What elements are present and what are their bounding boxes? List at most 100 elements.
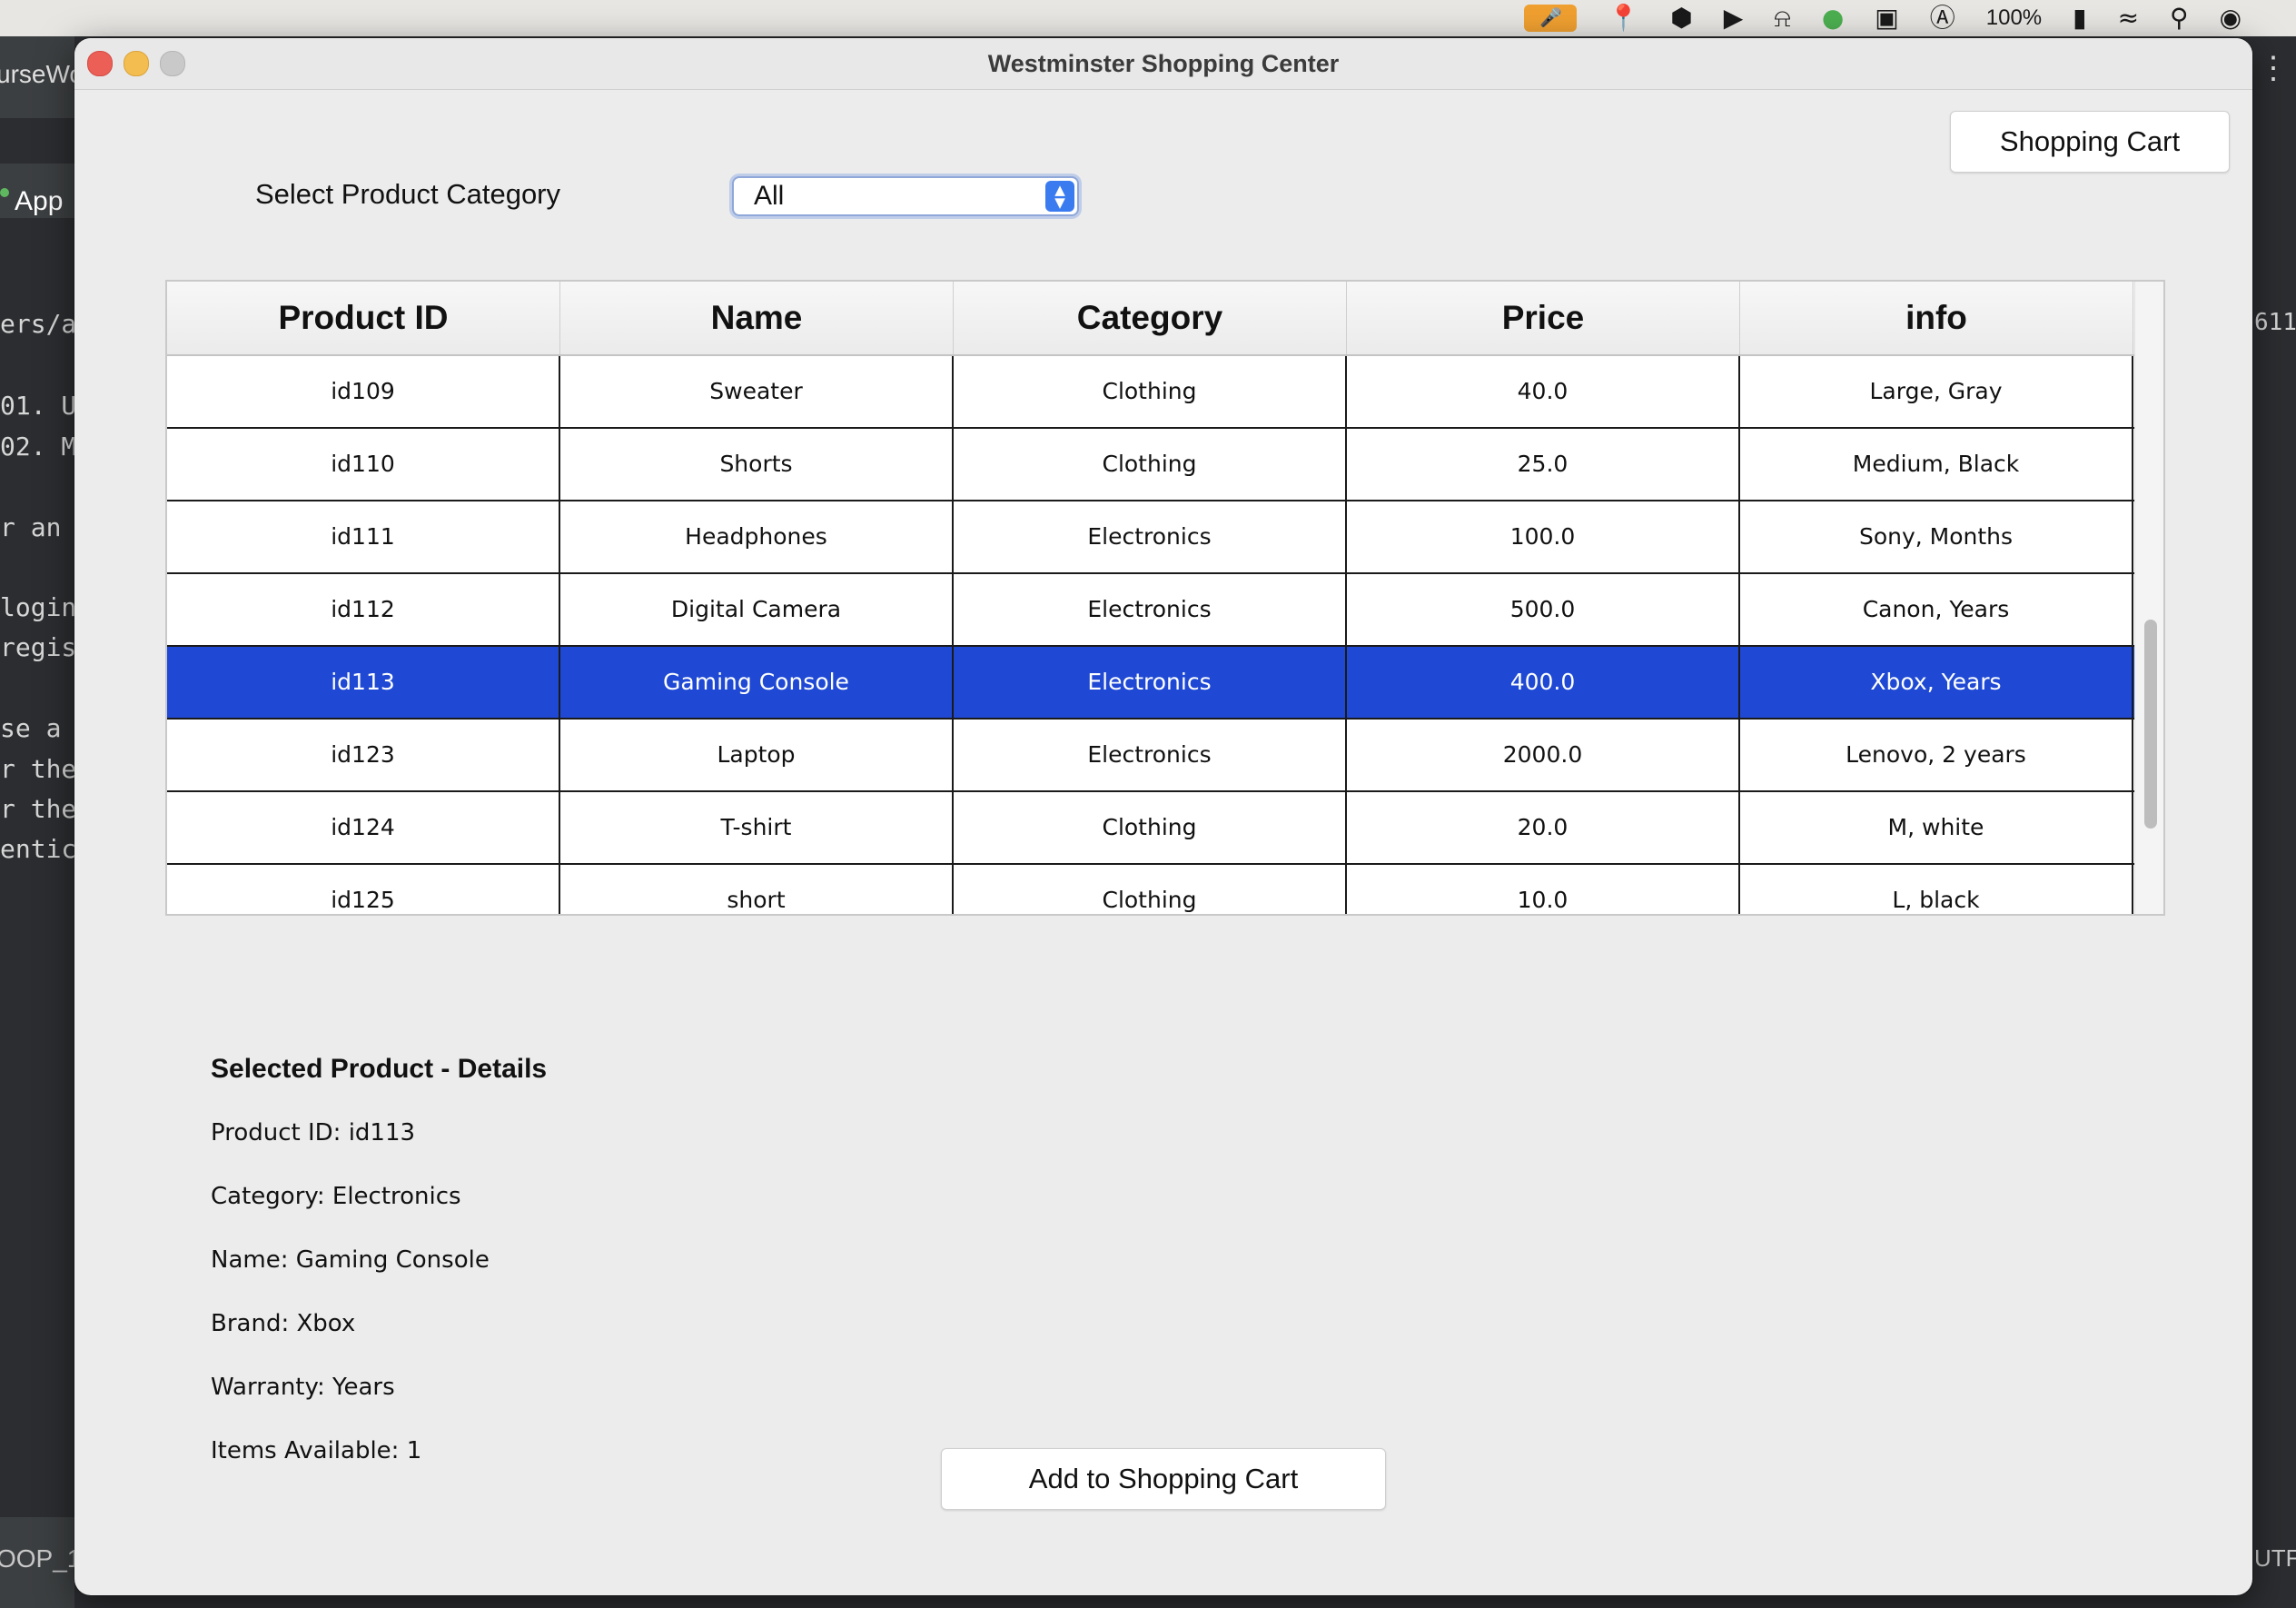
cell-name: Gaming Console [560,647,954,718]
ide-run-config[interactable]: App [0,186,63,217]
cell-info: L, black [1740,865,2133,914]
details-heading: Selected Product - Details [211,1054,548,1084]
cell-info: Canon, Years [1740,574,2133,645]
table-row[interactable]: id124 T-shirt Clothing 20.0 M, white [167,792,2134,865]
table-body: id109 Sweater Clothing 40.0 Large, Gray … [167,356,2134,914]
table-row[interactable]: id123 Laptop Electronics 2000.0 Lenovo, … [167,720,2134,792]
ide-code-fragment: 611 [2254,309,2296,336]
table-scrollbar-thumb[interactable] [2144,620,2157,829]
run-config-icon [0,188,9,197]
ide-status-text: OOP_1s [0,1544,74,1573]
headphones-icon[interactable]: ⍾ [1774,5,1791,31]
cell-price: 25.0 [1347,429,1740,500]
cell-price: 500.0 [1347,574,1740,645]
column-header-product-id[interactable]: Product ID [167,282,560,354]
input-source-icon[interactable]: Ⓐ [1930,5,1955,31]
menu-bar-status-icons: 🎤 📍 ⬢ ▶ ⍾ ● ▣ Ⓐ 100% ▮ ≈ ⚲ ◉ [1524,0,2242,36]
ide-code-line: 01. U [0,391,74,421]
shopping-cart-button[interactable]: Shopping Cart [1950,111,2230,173]
detail-category: Category: Electronics [211,1183,461,1210]
cell-name: Headphones [560,501,954,572]
category-select-value: All [754,181,785,211]
cell-price: 10.0 [1347,865,1740,914]
detail-warranty: Warranty: Years [211,1374,395,1401]
cell-category: Clothing [954,865,1347,914]
product-table: Product ID Name Category Price info id10… [165,280,2165,916]
table-row[interactable]: id112 Digital Camera Electronics 500.0 C… [167,574,2134,647]
cell-product-id: id112 [167,574,560,645]
background-ide-left: urseWo App ers/ay 01. U 02. M r an login… [0,36,74,1608]
ide-code-line: regis [0,632,74,662]
cell-product-id: id110 [167,429,560,500]
pin-icon[interactable]: 📍 [1608,5,1639,31]
column-header-info[interactable]: info [1740,282,2133,354]
ide-code-line: login [0,592,74,622]
cell-name: Shorts [560,429,954,500]
ide-code-line: entic [0,834,74,864]
title-bar[interactable]: Westminster Shopping Center [74,38,2252,90]
detail-name: Name: Gaming Console [211,1246,490,1274]
add-to-cart-button[interactable]: Add to Shopping Cart [941,1448,1386,1510]
ide-code-line: se a [0,713,62,743]
cell-info: Medium, Black [1740,429,2133,500]
table-header: Product ID Name Category Price info [167,282,2134,356]
table-row-selected[interactable]: id113 Gaming Console Electronics 400.0 X… [167,647,2134,720]
cell-name: Digital Camera [560,574,954,645]
cell-category: Electronics [954,647,1347,718]
cell-product-id: id123 [167,720,560,790]
detail-brand: Brand: Xbox [211,1310,356,1337]
cell-product-id: id113 [167,647,560,718]
table-row[interactable]: id109 Sweater Clothing 40.0 Large, Gray [167,356,2134,429]
cell-category: Electronics [954,720,1347,790]
cell-product-id: id111 [167,501,560,572]
window-title: Westminster Shopping Center [987,50,1340,77]
cell-price: 20.0 [1347,792,1740,863]
chevron-up-down-icon: ▲ ▼ [1045,181,1074,212]
table-row[interactable]: id110 Shorts Clothing 25.0 Medium, Black [167,429,2134,501]
cell-name: short [560,865,954,914]
cell-info: Xbox, Years [1740,647,2133,718]
ide-code-line: 02. M [0,432,74,462]
microphone-icon[interactable]: 🎤 [1524,5,1578,32]
cell-name: Laptop [560,720,954,790]
cell-info: Large, Gray [1740,356,2133,427]
cell-product-id: id125 [167,865,560,914]
cell-category: Electronics [954,574,1347,645]
spotlight-search-icon[interactable]: ⚲ [2170,5,2189,31]
app-window: Westminster Shopping Center Shopping Car… [74,38,2252,1595]
table-scrollbar[interactable] [2134,282,2163,914]
menu-bar: 🎤 📍 ⬢ ▶ ⍾ ● ▣ Ⓐ 100% ▮ ≈ ⚲ ◉ [0,0,2296,36]
battery-percentage: 100% [1985,5,2043,30]
battery-icon[interactable]: ▮ [2073,5,2086,31]
display-icon[interactable]: ▣ [1875,5,1898,31]
cell-price: 100.0 [1347,501,1740,572]
wifi-icon[interactable]: ≈ [2118,5,2139,31]
ide-code-line: r the [0,794,74,824]
column-header-price[interactable]: Price [1347,282,1740,354]
cell-name: T-shirt [560,792,954,863]
ide-code-line: r the [0,754,74,784]
cell-price: 2000.0 [1347,720,1740,790]
ide-encoding[interactable]: UTF- [2254,1544,2296,1573]
n-app-icon[interactable]: ● [1822,5,1844,31]
control-center-icon[interactable]: ◉ [2220,5,2242,31]
background-ide-right: ⋮ 611 UTF- [2252,36,2296,1608]
ide-run-config-label: App [15,186,64,216]
column-header-name[interactable]: Name [560,282,954,354]
cell-product-id: id124 [167,792,560,863]
column-header-category[interactable]: Category [954,282,1347,354]
category-select[interactable]: All ▲ ▼ [732,176,1079,216]
table-row[interactable]: id125 short Clothing 10.0 L, black [167,865,2134,914]
k-app-icon[interactable]: ⬢ [1670,5,1692,31]
category-label: Select Product Category [255,178,561,210]
ide-project-title: urseWo [0,60,74,88]
more-options-icon[interactable]: ⋮ [2258,53,2289,84]
ide-code-line: r an [0,512,62,542]
cell-category: Clothing [954,356,1347,427]
table-row[interactable]: id111 Headphones Electronics 100.0 Sony,… [167,501,2134,574]
cell-price: 400.0 [1347,647,1740,718]
play-icon[interactable]: ▶ [1724,5,1744,31]
cell-name: Sweater [560,356,954,427]
cell-product-id: id109 [167,356,560,427]
cell-info: M, white [1740,792,2133,863]
